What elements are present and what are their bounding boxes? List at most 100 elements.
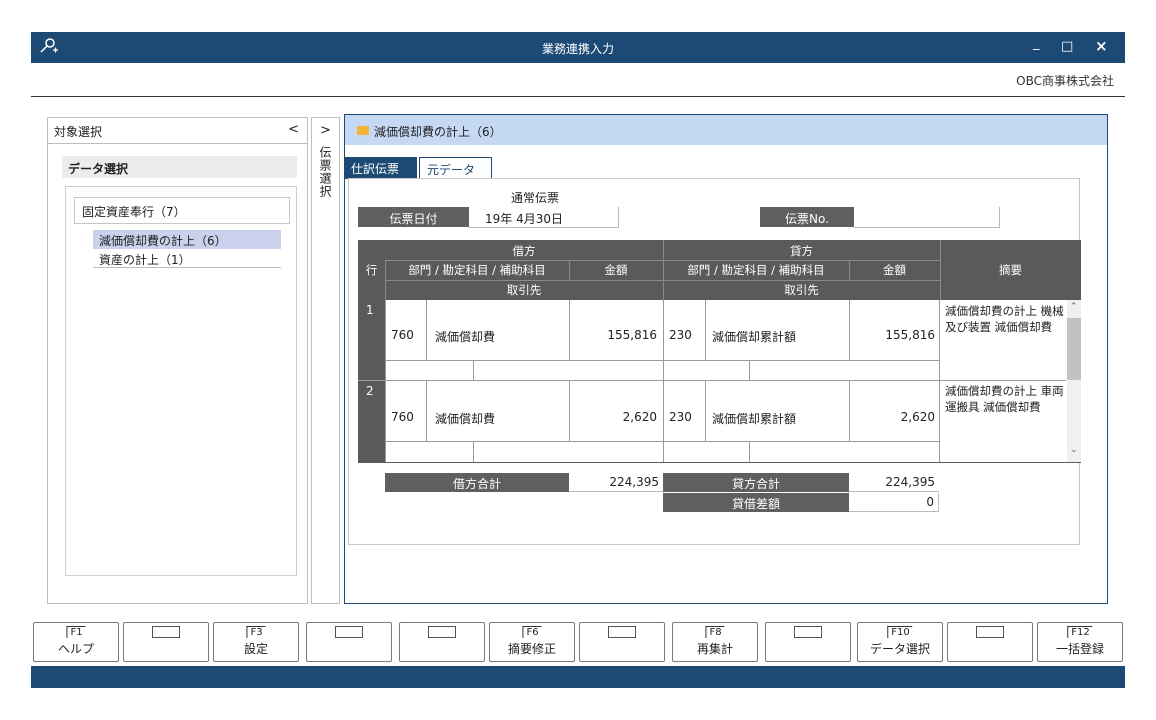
f9-button[interactable] [765, 622, 851, 662]
voucher-type: 通常伝票 [511, 191, 560, 205]
function-key-bar: F1 ヘルプ F3 設定 F6 摘要修正 F8 再集計 F10 データ選択 F1… [31, 622, 1125, 662]
folder-icon [357, 126, 369, 135]
date-field[interactable]: 19年 4月30日 [469, 207, 619, 228]
journal-panel: 減価償却費の計上（6） 仕訳伝票 元データ 通常伝票 伝票日付 19年 4月30… [344, 114, 1108, 604]
voucher-no-label: 伝票No. [760, 207, 854, 227]
expand-arrow-icon[interactable]: > [320, 123, 331, 138]
debit-amount[interactable]: 2,620 [569, 410, 657, 424]
f11-button[interactable] [947, 622, 1033, 662]
voucher-no-field[interactable] [854, 207, 1000, 228]
close-button[interactable]: × [1095, 37, 1108, 55]
debit-dept[interactable]: 760 [391, 410, 414, 424]
f12-bulk-register-button[interactable]: F12 一括登録 [1037, 622, 1123, 662]
f1-help-button[interactable]: F1 ヘルプ [33, 622, 119, 662]
debit-total-value: 224,395 [569, 473, 663, 492]
divider [31, 96, 1125, 97]
data-selection-heading: データ選択 [62, 156, 297, 178]
memo-cell[interactable]: 減価償却費の計上 車両運搬具 減価償却費 [945, 383, 1073, 415]
memo-header: 摘要 [999, 263, 1022, 277]
key-label: ヘルプ [57, 642, 94, 656]
empty-key-icon [428, 626, 456, 638]
debit-account[interactable]: 減価償却費 [435, 328, 495, 345]
debit-amount[interactable]: 155,816 [569, 328, 657, 342]
key-label: データ選択 [869, 642, 930, 656]
debit-dept[interactable]: 760 [391, 328, 414, 342]
memo-cell[interactable]: 減価償却費の計上 機械及び装置 減価償却費 [945, 303, 1073, 335]
credit-partner-header: 取引先 [784, 283, 819, 297]
difference-label: 貸借差額 [663, 493, 849, 512]
tab-source-data[interactable]: 元データ [419, 157, 492, 179]
f2-button[interactable] [123, 622, 209, 662]
target-selection-panel: 対象選択 < データ選択 固定資産奉行（7） 減価償却費の計上（6） 資産の計上… [47, 117, 308, 604]
credit-amount-header: 金額 [883, 263, 906, 277]
credit-account[interactable]: 減価償却累計額 [712, 410, 796, 427]
minimize-button[interactable]: _ [1033, 36, 1040, 51]
row-number: 2 [358, 381, 385, 462]
tab-journal-voucher[interactable]: 仕訳伝票 [344, 157, 417, 179]
credit-amount[interactable]: 155,816 [849, 328, 935, 342]
date-label: 伝票日付 [358, 207, 469, 227]
f5-button[interactable] [399, 622, 485, 662]
voucher-selection-tab[interactable]: > 伝票選択 [311, 117, 340, 604]
key-label: 摘要修正 [507, 642, 556, 656]
row-header: 行 [365, 263, 378, 277]
key-name: F8 [705, 626, 725, 638]
status-bar [31, 666, 1125, 688]
company-name: OBC商事株式会社 [1016, 74, 1114, 88]
credit-account[interactable]: 減価償却累計額 [712, 328, 796, 345]
debit-amount-header: 金額 [604, 263, 628, 277]
panel-header: 減価償却費の計上（6） [345, 115, 1107, 145]
debit-account-header: 部門 / 勘定科目 / 補助科目 [408, 263, 546, 277]
panel-header: 対象選択 < [48, 118, 307, 144]
data-tree: 固定資産奉行（7） 減価償却費の計上（6） 資産の計上（1） [65, 186, 297, 576]
difference-value: 0 [849, 493, 939, 512]
collapse-panel-button[interactable]: < [288, 122, 299, 137]
credit-dept[interactable]: 230 [669, 328, 692, 342]
panel-title: 減価償却費の計上（6） [374, 125, 502, 139]
panel-title: 対象選択 [54, 125, 103, 139]
debit-header: 借方 [512, 244, 536, 258]
key-label: 再集計 [696, 642, 733, 656]
scroll-down-icon[interactable]: ⌄ [1070, 445, 1078, 455]
empty-key-icon [152, 626, 180, 638]
scroll-thumb[interactable] [1067, 318, 1081, 380]
tree-item-depreciation[interactable]: 減価償却費の計上（6） [93, 230, 281, 249]
row-number: 1 [358, 300, 385, 380]
key-name: F10 [887, 626, 913, 638]
voucher-selection-label: 伝票選択 [318, 146, 332, 198]
voucher-form: 通常伝票 伝票日付 19年 4月30日 伝票No. 行 借方 貸方 部門 / 勘… [348, 178, 1081, 545]
maximize-button[interactable]: □ [1061, 39, 1073, 54]
key-label: 設定 [243, 642, 268, 656]
empty-key-icon [608, 626, 636, 638]
grid-scrollbar[interactable]: ⌃ ⌄ [1067, 300, 1081, 462]
key-name: F3 [246, 626, 266, 638]
scroll-up-icon[interactable]: ⌃ [1070, 302, 1078, 312]
title-bar: 業務連携入力 _ □ × [31, 32, 1125, 63]
debit-account[interactable]: 減価償却費 [435, 410, 495, 427]
debit-partner-header: 取引先 [506, 283, 542, 297]
f6-edit-memo-button[interactable]: F6 摘要修正 [489, 622, 575, 662]
grid-header: 行 借方 貸方 部門 / 勘定科目 / 補助科目 金額 部門 / 勘定科目 / … [358, 240, 1081, 300]
window-title: 業務連携入力 [541, 42, 614, 56]
credit-header: 貸方 [790, 244, 813, 258]
credit-total-label: 貸方合計 [663, 473, 849, 492]
credit-account-header: 部門 / 勘定科目 / 補助科目 [687, 263, 825, 277]
debit-total-label: 借方合計 [385, 473, 569, 492]
key-label: 一括登録 [1055, 642, 1104, 656]
key-name: F12 [1067, 626, 1093, 638]
f3-settings-button[interactable]: F3 設定 [213, 622, 299, 662]
credit-amount[interactable]: 2,620 [849, 410, 935, 424]
key-name: F6 [522, 626, 542, 638]
tree-item-asset-registration[interactable]: 資産の計上（1） [93, 249, 281, 268]
tree-root-item[interactable]: 固定資産奉行（7） [74, 197, 290, 224]
credit-dept[interactable]: 230 [669, 410, 692, 424]
key-name: F1 [66, 626, 86, 638]
credit-total-value: 224,395 [849, 473, 939, 492]
empty-key-icon [976, 626, 1004, 638]
empty-key-icon [335, 626, 363, 638]
f7-button[interactable] [579, 622, 665, 662]
empty-key-icon [794, 626, 822, 638]
f8-recalculate-button[interactable]: F8 再集計 [672, 622, 758, 662]
f10-data-select-button[interactable]: F10 データ選択 [857, 622, 943, 662]
f4-button[interactable] [306, 622, 392, 662]
